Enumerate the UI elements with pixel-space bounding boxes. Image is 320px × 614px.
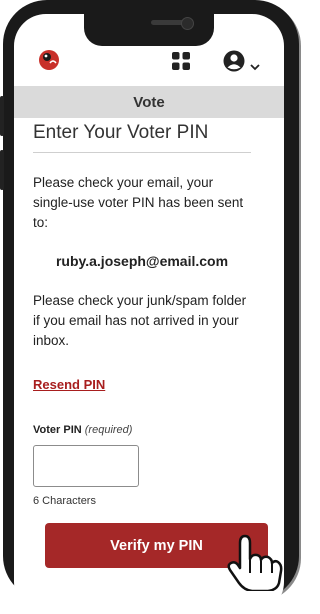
ladybug-logo-icon[interactable]: [38, 49, 60, 76]
phone-side-button: [0, 96, 4, 136]
pin-label-text: Voter PIN: [33, 424, 82, 436]
spam-note-text: Please check your junk/spam folder if yo…: [33, 293, 247, 348]
phone-camera: [181, 17, 194, 30]
pin-heading: Enter Your Voter PIN: [33, 104, 251, 153]
intro-text: Please check your email, your single-use…: [33, 175, 244, 230]
recipient-email: ruby.a.joseph@email.com: [55, 253, 229, 269]
chevron-down-icon[interactable]: [250, 58, 260, 76]
account-circle-icon[interactable]: [223, 50, 245, 77]
grid-apps-icon[interactable]: [171, 51, 191, 76]
pin-length-hint: 6 Characters: [33, 495, 96, 507]
phone-side-button: [0, 150, 4, 190]
resend-pin-link[interactable]: Resend PIN: [33, 377, 105, 392]
pin-entry-panel: Enter Your Voter PIN Please check your e…: [33, 104, 251, 507]
pointing-hand-cursor-icon: [224, 533, 284, 596]
pin-required-note: (required): [84, 424, 133, 436]
phone-notch: [84, 12, 214, 46]
phone-speaker: [151, 20, 185, 25]
pin-field-label: Voter PIN (required): [33, 424, 251, 436]
voter-pin-input[interactable]: [33, 445, 139, 487]
